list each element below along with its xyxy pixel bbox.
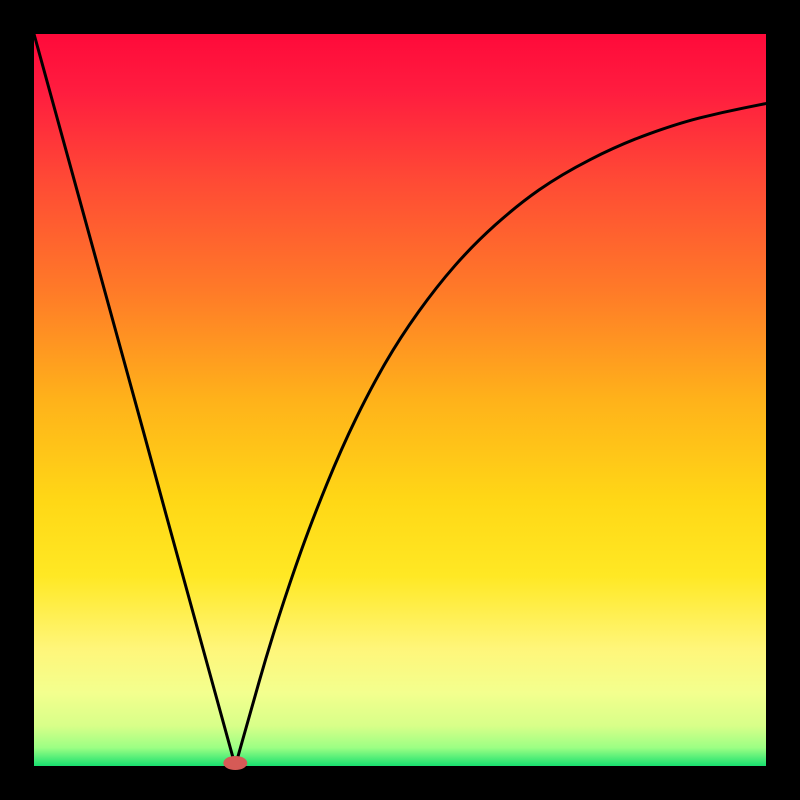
frame-top bbox=[0, 0, 800, 34]
bottleneck-chart bbox=[0, 0, 800, 800]
frame-left bbox=[0, 0, 34, 800]
frame-bottom bbox=[0, 766, 800, 800]
frame-right bbox=[766, 0, 800, 800]
optimum-marker bbox=[223, 756, 247, 770]
plot-area bbox=[34, 34, 766, 766]
